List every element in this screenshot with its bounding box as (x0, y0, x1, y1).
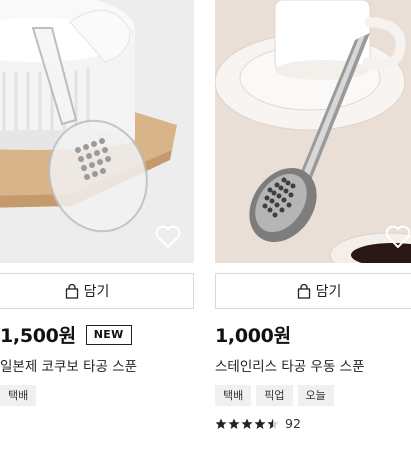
star-rating (215, 418, 279, 430)
add-to-cart-label: 담기 (83, 284, 110, 300)
product-title[interactable]: 스테인리스 타공 우동 스푼 (215, 355, 365, 375)
delivery-tags: 택배 (0, 385, 37, 406)
tag-pickup: 픽업 (256, 385, 293, 406)
product-image-1[interactable] (0, 0, 194, 263)
tag-delivery: 택배 (215, 385, 252, 406)
shopping-bag-icon (65, 283, 78, 299)
delivery-tags: 택배 픽업 오늘 (215, 385, 334, 406)
product-price: 1,500원 (0, 325, 76, 347)
product-card-1[interactable]: 담기 1,500원 NEW 일본제 코쿠보 타공 스푼 택배 (0, 0, 194, 406)
wishlist-heart-icon[interactable] (385, 225, 411, 249)
wishlist-heart-icon[interactable] (155, 225, 181, 249)
new-badge: NEW (85, 324, 132, 345)
add-to-cart-button[interactable]: 담기 (0, 273, 194, 309)
price-row: 1,000원 (215, 321, 291, 348)
star-icon (254, 418, 266, 429)
star-icon (215, 418, 227, 429)
star-icon (241, 418, 253, 429)
product-card-2[interactable]: 담기 1,000원 스테인리스 타공 우동 스푼 택배 픽업 오늘 92 (215, 0, 411, 431)
shopping-bag-icon (297, 283, 310, 299)
rating: 92 (215, 416, 301, 431)
half-star-icon (267, 418, 279, 429)
tag-today: 오늘 (297, 385, 334, 406)
add-to-cart-button[interactable]: 담기 (215, 273, 411, 309)
clear-spoon-photo (0, 0, 194, 263)
review-count[interactable]: 92 (285, 416, 301, 431)
star-icon (228, 418, 240, 429)
steel-spoon-photo (215, 0, 411, 263)
product-image-2[interactable] (215, 0, 411, 263)
add-to-cart-label: 담기 (315, 284, 342, 300)
tag-delivery: 택배 (0, 385, 37, 406)
product-title[interactable]: 일본제 코쿠보 타공 스푼 (0, 355, 137, 375)
product-price: 1,000원 (215, 325, 291, 347)
price-row: 1,500원 NEW (0, 321, 132, 348)
